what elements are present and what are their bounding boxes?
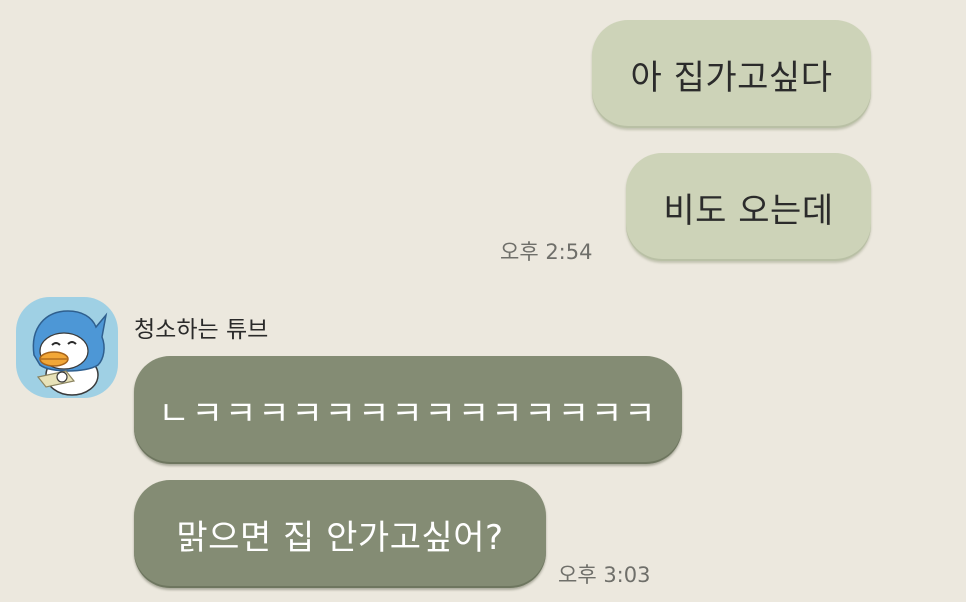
outgoing-message-bubble[interactable]: 아 집가고싶다 (592, 20, 871, 128)
tube-duck-character-avatar-icon (32, 310, 108, 396)
message-text: 비도 오는데 (663, 190, 834, 231)
sender-avatar[interactable] (16, 297, 118, 398)
sender-name: 청소하는 튜브 (134, 317, 269, 343)
outgoing-message-bubble[interactable]: 비도 오는데 (626, 153, 871, 261)
message-text: ㄴㅋㅋㅋㅋㅋㅋㅋㅋㅋㅋㅋㅋㅋㅋ (158, 393, 658, 434)
message-timestamp: 오후 3:03 (558, 563, 651, 587)
message-text: 맑으면 집 안가고싶어? (176, 517, 504, 558)
incoming-message-bubble[interactable]: 맑으면 집 안가고싶어? (134, 480, 546, 588)
incoming-message-bubble[interactable]: ㄴㅋㅋㅋㅋㅋㅋㅋㅋㅋㅋㅋㅋㅋㅋ (134, 356, 682, 464)
message-timestamp: 오후 2:54 (500, 240, 593, 264)
message-text: 아 집가고싶다 (630, 57, 833, 98)
